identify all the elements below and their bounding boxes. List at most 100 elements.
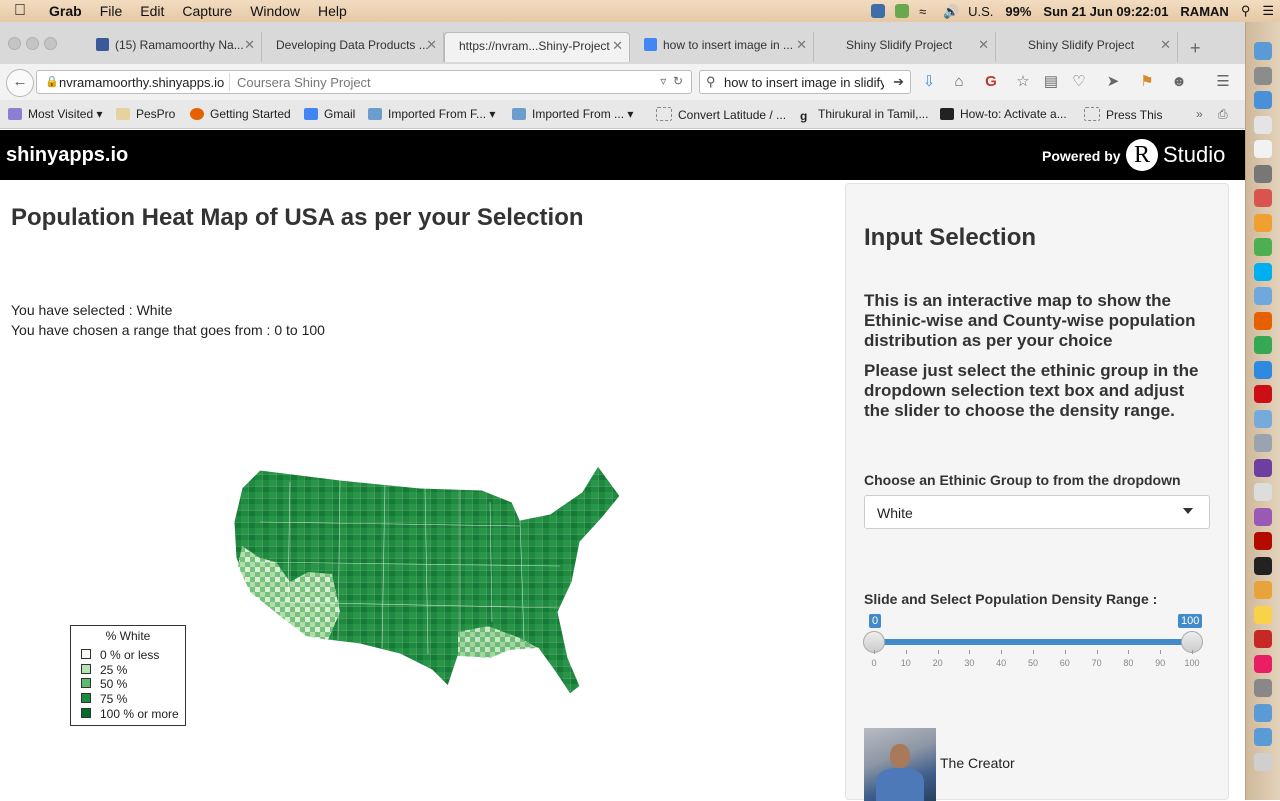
music-icon[interactable]	[1254, 654, 1272, 673]
home-icon[interactable]: ⌂	[950, 73, 968, 91]
bookmark-how-to-activate[interactable]: How-to: Activate a...	[940, 107, 1067, 121]
notification-center-icon[interactable]: ☰	[1256, 3, 1280, 19]
slider-tick	[1064, 650, 1066, 654]
bookmark-imported-2[interactable]: Imported From ... ▾	[512, 107, 633, 121]
menu-file[interactable]: File	[91, 3, 132, 19]
ibooks-icon[interactable]	[1254, 213, 1272, 232]
zoom-window-button[interactable]	[44, 37, 57, 50]
close-tab-icon[interactable]: ✕	[796, 37, 807, 53]
close-window-button[interactable]	[8, 37, 21, 50]
shinyapps-brand[interactable]: shinyapps.io	[6, 144, 128, 167]
safari-icon[interactable]	[1254, 360, 1272, 379]
tab-facebook[interactable]: (15) Ramamoorthy Na... ✕	[82, 32, 262, 62]
notes-icon[interactable]	[1254, 605, 1272, 624]
textedit-icon[interactable]	[1254, 483, 1272, 501]
chrome-icon[interactable]	[1254, 238, 1272, 256]
download-icon[interactable]: ⇩	[920, 73, 938, 91]
downloads-folder-icon[interactable]	[1254, 728, 1272, 746]
print-icon[interactable]: ⎙	[1218, 107, 1228, 122]
chat-icon[interactable]: ☻	[1170, 73, 1188, 91]
extension-icon[interactable]: ⚑	[1138, 73, 1156, 91]
calendar-icon[interactable]	[1254, 140, 1272, 158]
pdf-icon[interactable]	[1254, 630, 1272, 648]
bookmark-most-visited[interactable]: Most Visited ▾	[8, 107, 103, 121]
bookmark-gmail[interactable]: Gmail	[304, 107, 355, 121]
reload-icon[interactable]: ▿ ↻	[660, 74, 683, 88]
battery-status[interactable]: 99%	[999, 4, 1037, 19]
input-source[interactable]: U.S.	[962, 4, 999, 19]
menu-help[interactable]: Help	[309, 3, 356, 19]
grab-icon[interactable]	[1254, 679, 1272, 697]
installer-icon[interactable]	[1254, 581, 1272, 599]
dropbox-icon[interactable]	[871, 4, 886, 18]
photos-icon[interactable]	[1254, 115, 1272, 134]
url-bar[interactable]: 🔒 nvramamoorthy.shinyapps.io Coursera Sh…	[36, 70, 692, 94]
finder-icon[interactable]	[1254, 42, 1272, 60]
spotlight-icon[interactable]: ⚲	[1235, 3, 1257, 19]
apps-folder-icon[interactable]	[1254, 703, 1272, 722]
volume-icon[interactable]: 🔊	[943, 4, 959, 19]
lock-icon[interactable]: 🔒	[45, 75, 59, 88]
bookmark-getting-started[interactable]: Getting Started	[190, 107, 291, 121]
bookmark-convert-latitude[interactable]: Convert Latitude / ...	[656, 107, 786, 122]
menu-window[interactable]: Window	[241, 3, 309, 19]
close-tab-icon[interactable]: ✕	[612, 38, 623, 54]
rstudio-logo-icon[interactable]: R	[1126, 139, 1158, 171]
mail-icon[interactable]	[1254, 91, 1272, 109]
tab-shiny-project[interactable]: https://nvram...Shiny-Project ✕	[444, 32, 630, 62]
bookmark-star-icon[interactable]: ☆	[1014, 73, 1032, 91]
tab-slidify-2[interactable]: Shiny Slidify Project ✕	[996, 32, 1178, 62]
launchpad-icon[interactable]	[1254, 66, 1272, 85]
skype-icon[interactable]	[1254, 262, 1272, 281]
creator-label: The Creator	[940, 755, 1015, 771]
trash-icon[interactable]	[1254, 752, 1272, 771]
search-go-icon[interactable]: ➔	[893, 74, 904, 90]
density-range-slider[interactable]: 0 100 0 10 20 30 40 50 60 70 80 90 100	[863, 614, 1203, 674]
new-tab-icon[interactable]: +	[1190, 38, 1201, 59]
system-preferences-icon[interactable]	[1254, 164, 1272, 183]
ethnic-group-dropdown[interactable]: White	[864, 495, 1210, 529]
apple-icon[interactable]: 	[0, 2, 40, 20]
wifi-icon[interactable]: ≈	[919, 4, 933, 19]
close-tab-icon[interactable]: ✕	[1160, 37, 1171, 53]
terminal-icon[interactable]	[1254, 556, 1272, 575]
evernote-icon[interactable]	[895, 4, 910, 18]
rstudio-wordmark[interactable]: Studio	[1163, 142, 1225, 168]
github-icon[interactable]	[1254, 458, 1272, 477]
slider-tick	[874, 650, 875, 654]
reading-list-icon[interactable]: ▤	[1042, 73, 1060, 91]
bookmarks-overflow-icon[interactable]: »	[1196, 107, 1203, 121]
user-name[interactable]: RAMAN	[1174, 4, 1234, 19]
tab-developing-data-products[interactable]: Developing Data Products ... ✕	[262, 32, 444, 62]
send-icon[interactable]: ➤	[1104, 73, 1122, 91]
clock[interactable]: Sun 21 Jun 09:22:01	[1037, 4, 1174, 19]
close-tab-icon[interactable]: ✕	[244, 37, 255, 53]
menu-app-name[interactable]: Grab	[40, 3, 91, 19]
bookmark-imported-1[interactable]: Imported From F... ▾	[368, 107, 495, 121]
back-button[interactable]: ←	[6, 69, 34, 97]
bookmark-pespro[interactable]: PesPro	[116, 107, 175, 121]
firefox-icon[interactable]	[1254, 311, 1272, 330]
hamburger-menu-icon[interactable]: ☰	[1214, 73, 1232, 91]
chrome-alt-icon[interactable]	[1254, 336, 1272, 354]
close-tab-icon[interactable]: ✕	[978, 37, 989, 53]
tab-google-search[interactable]: how to insert image in ... ✕	[630, 32, 814, 62]
rstudio-icon[interactable]	[1254, 409, 1272, 428]
menu-capture[interactable]: Capture	[173, 3, 241, 19]
tab-slidify-1[interactable]: Shiny Slidify Project ✕	[814, 32, 996, 62]
bookmark-press-this[interactable]: Press This	[1084, 107, 1162, 122]
slider-tick	[1192, 650, 1193, 654]
close-tab-icon[interactable]: ✕	[426, 37, 437, 53]
pocket-icon[interactable]: ♡	[1070, 73, 1088, 91]
r-icon[interactable]	[1254, 434, 1272, 452]
bookmark-thirukural[interactable]: g Thirukural in Tamil,...	[800, 107, 928, 123]
preview-icon[interactable]	[1254, 287, 1272, 305]
search-box[interactable]: ⚲ how to insert image in slidify ➔	[699, 70, 911, 94]
acrobat-icon[interactable]	[1254, 532, 1272, 550]
photo-booth-icon[interactable]	[1254, 189, 1272, 207]
opera-icon[interactable]	[1254, 385, 1272, 403]
grammarly-icon[interactable]: G	[982, 73, 1000, 91]
minimize-window-button[interactable]	[26, 37, 39, 50]
menu-edit[interactable]: Edit	[131, 3, 173, 19]
itunes-icon[interactable]	[1254, 507, 1272, 526]
